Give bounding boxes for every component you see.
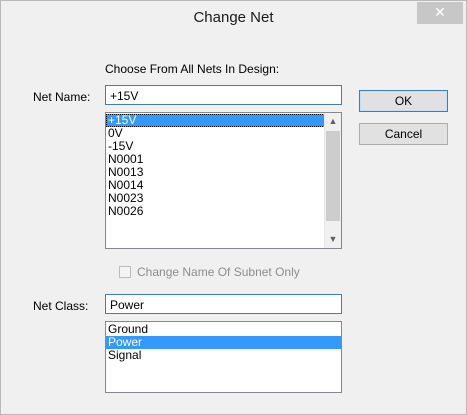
list-item[interactable]: Signal <box>106 349 341 362</box>
change-net-dialog: Change Net ✕ Choose From All Nets In Des… <box>0 0 467 415</box>
net-name-label: Net Name: <box>33 90 91 104</box>
close-button[interactable]: ✕ <box>417 2 463 24</box>
net-listbox[interactable]: +15V 0V -15V N0001 N0013 N0014 N0023 N0026 ▲ ▼ <box>105 112 342 249</box>
cancel-button[interactable]: Cancel <box>359 123 448 145</box>
net-list-items: +15V 0V -15V N0001 N0013 N0014 N0023 N0026 <box>106 113 341 218</box>
net-name-input[interactable]: +15V <box>105 85 342 105</box>
net-class-label: Net Class: <box>33 299 89 313</box>
subnet-checkbox[interactable] <box>119 266 131 278</box>
list-item[interactable]: 0V <box>106 127 341 140</box>
scroll-up-icon[interactable]: ▲ <box>325 113 341 130</box>
list-item[interactable]: Power <box>106 336 341 349</box>
list-item[interactable]: N0026 <box>106 205 341 218</box>
class-listbox[interactable]: Ground Power Signal <box>105 321 342 393</box>
close-icon: ✕ <box>434 4 446 20</box>
net-list-scrollbar[interactable]: ▲ ▼ <box>324 113 341 248</box>
dialog-title: Change Net <box>193 9 274 26</box>
list-item[interactable]: +15V <box>106 114 341 127</box>
class-list-items: Ground Power Signal <box>106 322 341 362</box>
net-class-input[interactable]: Power <box>105 294 342 314</box>
subnet-checkbox-label: Change Name Of Subnet Only <box>137 265 300 279</box>
dialog-body: Choose From All Nets In Design: Net Name… <box>9 35 458 406</box>
title-bar[interactable]: Change Net ✕ <box>1 1 466 35</box>
choose-nets-label: Choose From All Nets In Design: <box>105 62 280 76</box>
scroll-thumb[interactable] <box>326 131 340 221</box>
ok-button[interactable]: OK <box>359 90 448 112</box>
scroll-down-icon[interactable]: ▼ <box>325 231 341 248</box>
